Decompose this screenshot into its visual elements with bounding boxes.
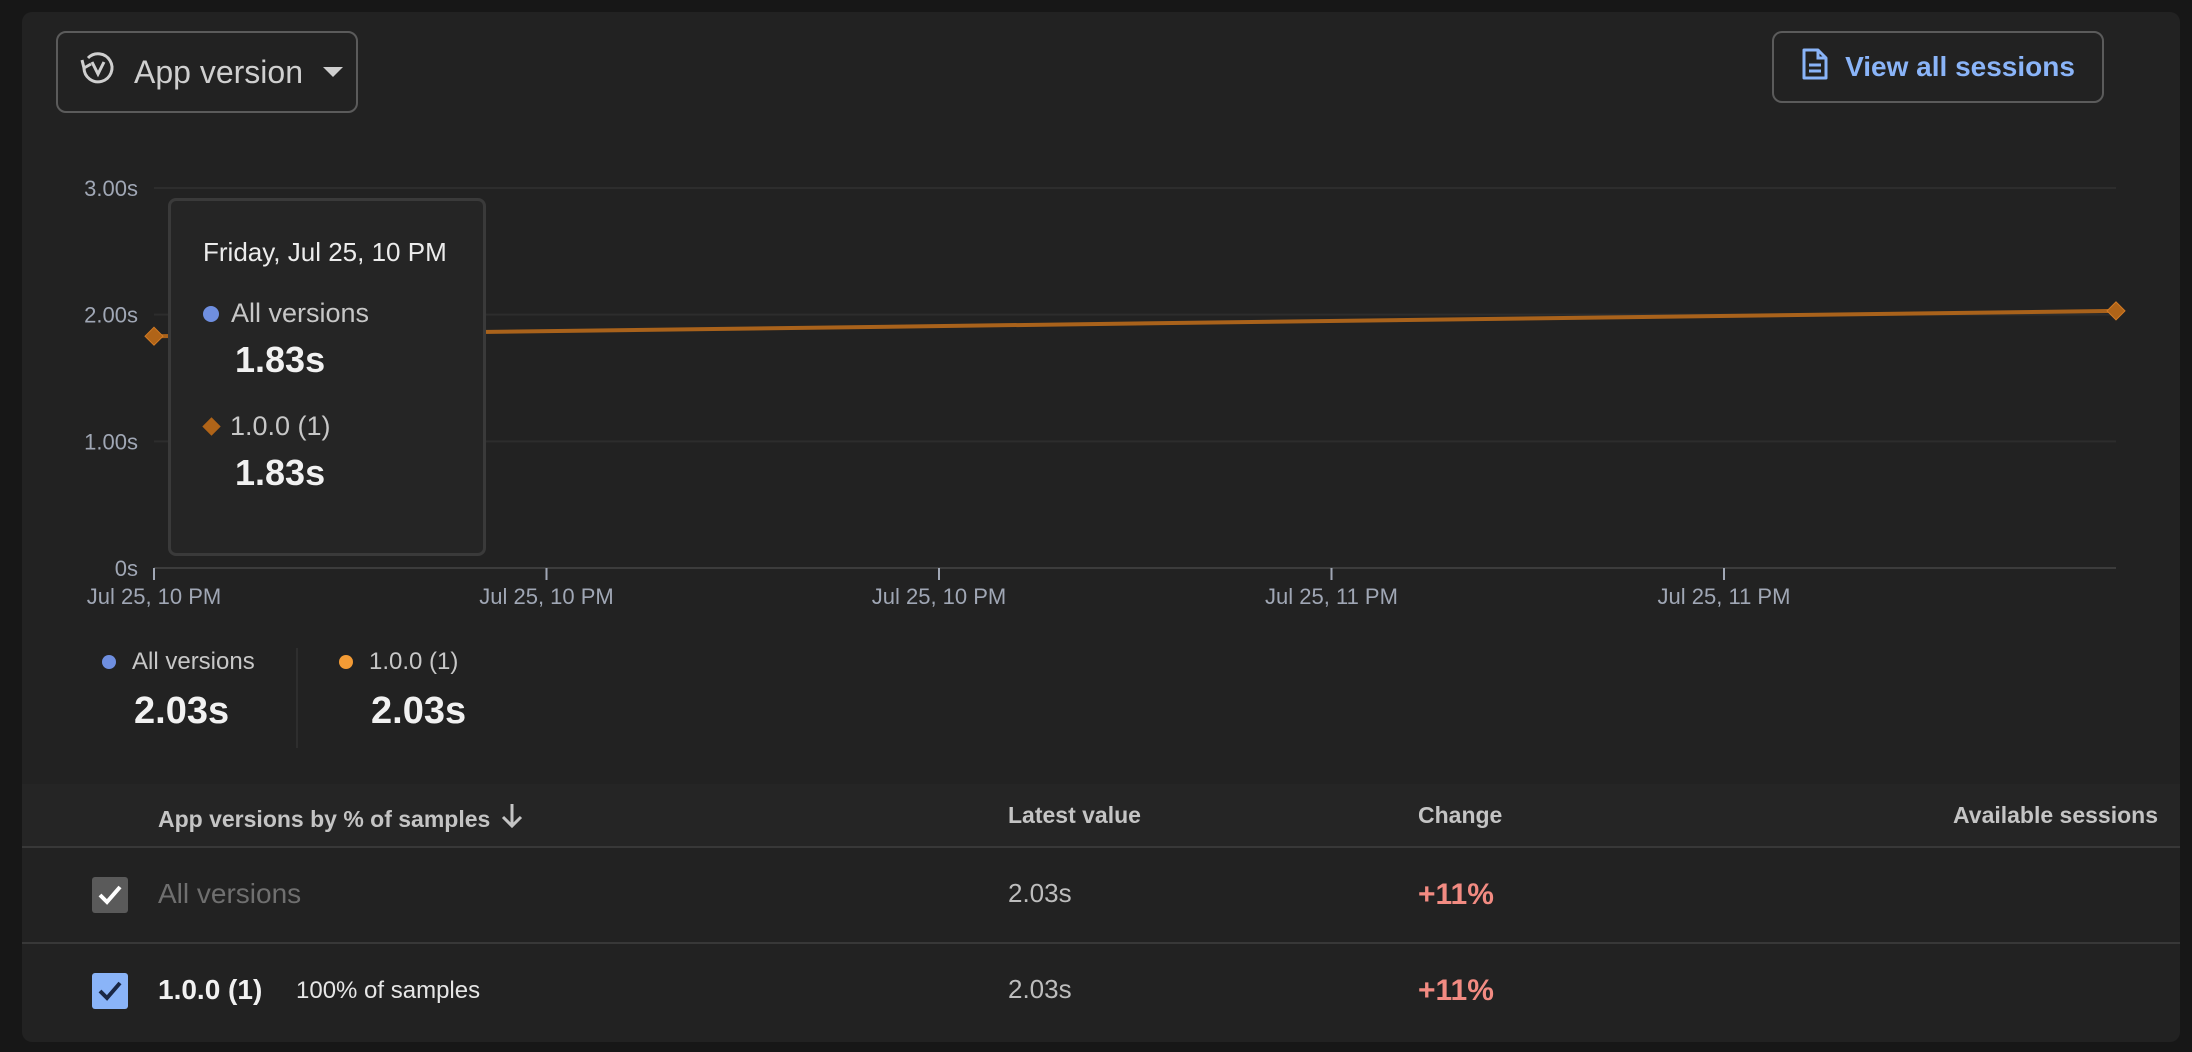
- column-header-latest-value[interactable]: Latest value: [1008, 802, 1141, 829]
- legend-value: 2.03s: [371, 690, 467, 732]
- table-row[interactable]: All versions 2.03s +11%: [22, 848, 2180, 944]
- y-tick-label: 0s: [115, 556, 138, 581]
- checkmark-icon: [98, 885, 122, 905]
- data-point-diamond: [144, 326, 164, 346]
- row-latest-value: 2.03s: [1008, 974, 1072, 1004]
- tooltip-row-all-versions: All versions: [203, 298, 483, 329]
- row-checkbox[interactable]: [92, 973, 128, 1009]
- x-tick-label: Jul 25, 10 PM: [872, 584, 1007, 609]
- column-header-change[interactable]: Change: [1418, 802, 1502, 829]
- column-header-available-sessions[interactable]: Available sessions: [1953, 802, 2158, 829]
- arrow-down-icon: [500, 802, 524, 836]
- y-tick-label: 2.00s: [84, 303, 138, 328]
- version-diamond-icon: [202, 417, 221, 436]
- x-tick-label: Jul 25, 11 PM: [1265, 584, 1398, 609]
- tooltip-label: 1.0.0 (1): [230, 411, 331, 441]
- row-version-label: All versions: [158, 878, 302, 909]
- all-versions-dot-icon: [102, 655, 116, 669]
- legend-version-1-0-0[interactable]: 1.0.0 (1) 2.03s: [339, 648, 466, 733]
- legend-label: All versions: [132, 648, 255, 675]
- all-versions-dot-icon: [203, 305, 219, 322]
- versions-table-header: App versions by % of samples Latest valu…: [22, 784, 2180, 848]
- chart-tooltip: Friday, Jul 25, 10 PM All versions 1.83s…: [168, 198, 486, 556]
- row-checkbox[interactable]: [92, 877, 128, 913]
- tooltip-label: All versions: [231, 298, 370, 328]
- legend-value: 2.03s: [134, 690, 230, 732]
- y-tick-label: 3.00s: [84, 176, 138, 201]
- row-samples-percent: 100% of samples: [296, 977, 481, 1004]
- checkmark-icon: [98, 981, 122, 1001]
- legend-divider: [296, 648, 298, 748]
- row-version-label: 1.0.0 (1): [158, 974, 263, 1005]
- tooltip-value: 1.83s: [235, 339, 326, 380]
- column-label: App versions by % of samples: [158, 805, 491, 832]
- row-change: +11%: [1418, 878, 1494, 911]
- x-tick-label: Jul 25, 11 PM: [1658, 584, 1791, 609]
- legend-all-versions[interactable]: All versions 2.03s: [102, 648, 255, 733]
- x-tick-label: Jul 25, 10 PM: [87, 584, 222, 609]
- data-point-diamond: [2106, 301, 2126, 321]
- version-dot-icon: [339, 655, 353, 669]
- tooltip-date: Friday, Jul 25, 10 PM: [203, 237, 447, 267]
- legend-label: 1.0.0 (1): [369, 648, 459, 675]
- tooltip-row-version: 1.0.0 (1): [202, 411, 483, 442]
- table-row[interactable]: 1.0.0 (1) 100% of samples 2.03s +11%: [22, 944, 2180, 1038]
- y-tick-label: 1.00s: [84, 429, 138, 454]
- row-latest-value: 2.03s: [1008, 878, 1072, 908]
- column-header-versions[interactable]: App versions by % of samples: [158, 802, 524, 836]
- tooltip-value: 1.83s: [235, 452, 326, 493]
- row-change: +11%: [1418, 974, 1494, 1007]
- x-tick-label: Jul 25, 10 PM: [479, 584, 614, 609]
